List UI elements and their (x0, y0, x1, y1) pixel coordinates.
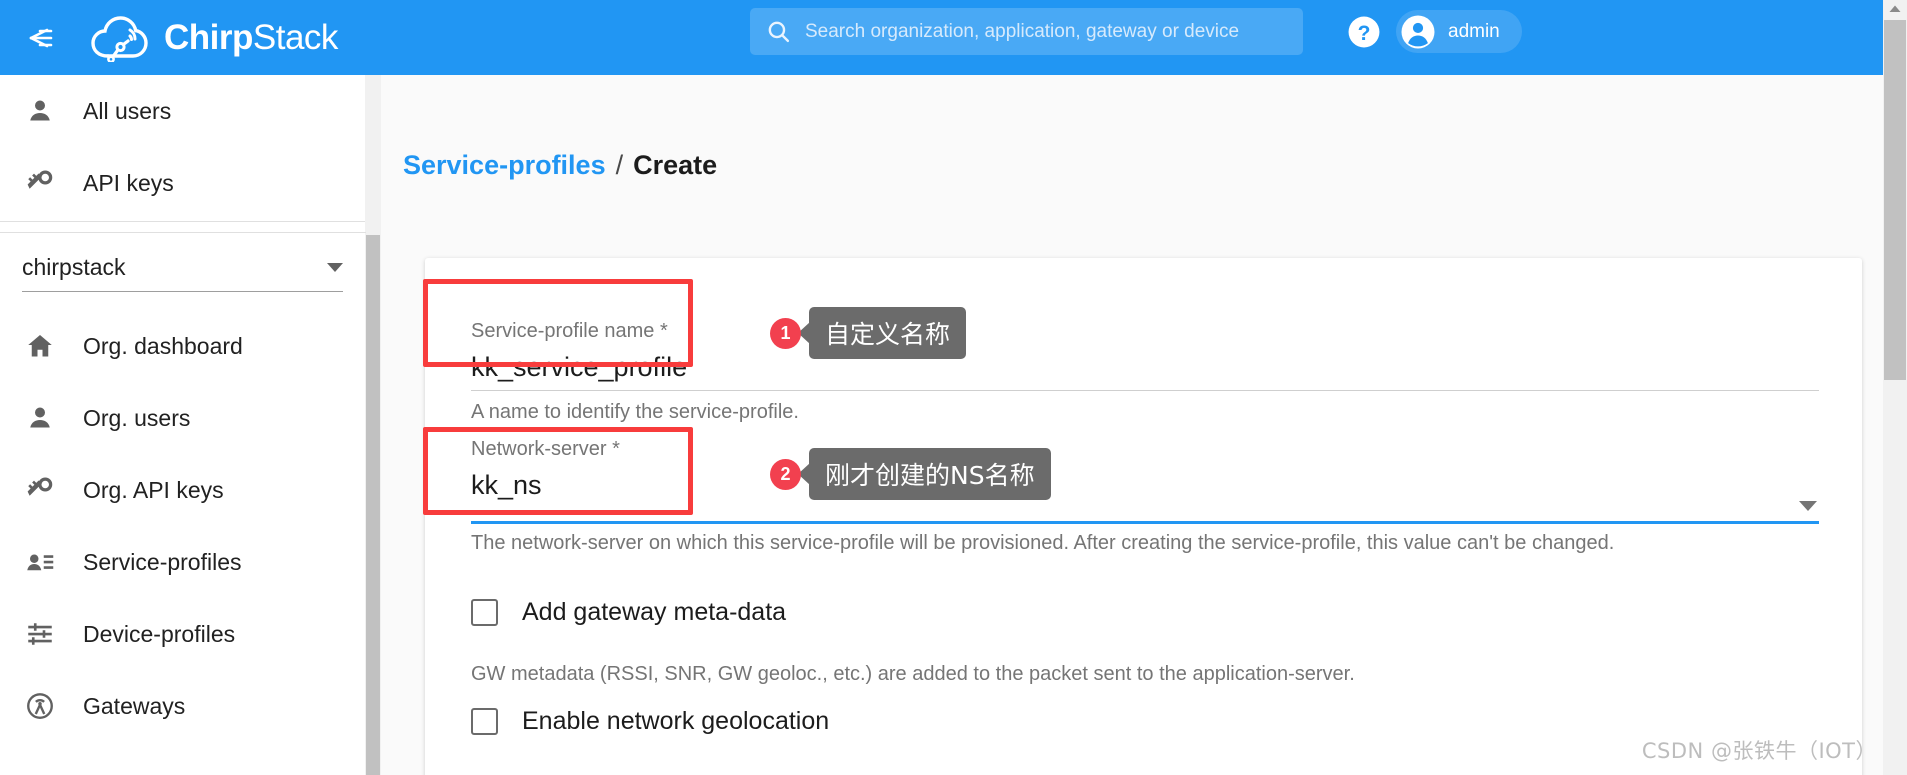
contact-list-icon (18, 547, 62, 577)
sidebar-item-org-users[interactable]: Org. users (0, 382, 365, 454)
sidebar-item-label: Org. API keys (83, 476, 224, 503)
user-menu-button[interactable]: admin (1396, 10, 1522, 53)
sidebar-divider (0, 221, 365, 222)
add-gateway-metadata-hint: GW metadata (RSSI, SNR, GW geoloc., etc.… (471, 663, 1355, 685)
sidebar-item-gateways[interactable]: Gateways (0, 670, 365, 742)
sidebar-scrollbar-thumb[interactable] (366, 235, 380, 775)
search-input[interactable] (805, 20, 1275, 43)
breadcrumb-separator: / (615, 150, 624, 180)
network-server-field[interactable]: Network-server * kk_ns (471, 438, 620, 501)
checkbox-unchecked-icon[interactable] (471, 599, 498, 626)
create-service-profile-card: Service-profile name * kk_service_profil… (425, 258, 1862, 775)
sidebar-section-divider (0, 232, 366, 233)
network-server-value[interactable]: kk_ns (471, 470, 620, 501)
sidebar-item-label: Gateways (83, 692, 186, 719)
sidebar-item-label: Org. dashboard (83, 332, 243, 359)
home-icon (18, 331, 62, 361)
organization-selector[interactable]: chirpstack (22, 244, 343, 292)
brand-title-bold: Chirp (164, 17, 253, 57)
help-circle-icon: ? (1348, 16, 1380, 48)
app-root: ChirpStack ? admin (0, 0, 1907, 775)
page-scrollbar-track[interactable] (1883, 0, 1907, 775)
annotation-number-badge: 2 (770, 458, 801, 490)
page-scrollbar-thumb[interactable] (1884, 20, 1906, 380)
annotation-bubble-text: 自定义名称 (809, 307, 967, 359)
breadcrumb: Service-profiles / Create (403, 150, 717, 181)
menu-toggle-button[interactable] (8, 0, 68, 75)
sidebar-item-service-profiles[interactable]: Service-profiles (0, 526, 365, 598)
annotation-callout-2: 2 刚才创建的NS名称 (770, 448, 1051, 500)
network-server-label: Network-server * (471, 438, 620, 460)
breadcrumb-link-service-profiles[interactable]: Service-profiles (403, 150, 606, 181)
annotation-callout-1: 1 自定义名称 (770, 307, 967, 359)
enable-network-geolocation-label: Enable network geolocation (522, 707, 830, 735)
service-profile-name-field[interactable]: Service-profile name * kk_service_profil… (471, 320, 687, 383)
sidebar-item-api-keys[interactable]: API keys (0, 147, 365, 219)
sidebar-item-all-users[interactable]: All users (0, 75, 365, 147)
add-gateway-metadata-checkbox-row[interactable]: Add gateway meta-data (471, 598, 786, 627)
left-sidebar: All users API keys chirpstack Org. dashb… (0, 75, 365, 775)
annotation-number-badge: 1 (770, 317, 801, 349)
add-gateway-metadata-label: Add gateway meta-data (522, 598, 787, 626)
sidebar-item-org-api-keys[interactable]: Org. API keys (0, 454, 365, 526)
main-content: Service-profiles / Create Service-profil… (381, 75, 1883, 775)
account-circle-icon (1401, 15, 1435, 48)
hamburger-collapse-icon (29, 28, 53, 47)
top-header: ChirpStack ? admin (0, 0, 1883, 75)
sidebar-item-label: Device-profiles (83, 620, 236, 647)
brand-logo-link[interactable]: ChirpStack (90, 14, 338, 62)
key-icon (18, 168, 62, 198)
antenna-icon (18, 691, 62, 721)
chirpstack-cloud-icon (91, 15, 148, 62)
sidebar-item-label: All users (83, 97, 172, 124)
sidebar-item-label: Service-profiles (83, 548, 242, 575)
tune-sliders-icon (18, 619, 62, 649)
person-icon (18, 403, 62, 433)
service-profile-name-underline (471, 390, 1819, 391)
watermark-text: CSDN @张铁牛（IOT） (1641, 739, 1877, 763)
checkbox-unchecked-icon[interactable] (471, 708, 498, 735)
chevron-down-icon (327, 263, 343, 272)
organization-selector-value: chirpstack (22, 254, 126, 280)
global-search-box[interactable] (750, 8, 1303, 55)
user-name-label: admin (1448, 20, 1500, 42)
service-profile-name-value[interactable]: kk_service_profile (471, 352, 687, 383)
scroll-up-arrow-icon[interactable] (1883, 0, 1907, 18)
person-icon (18, 96, 62, 126)
service-profile-name-label: Service-profile name * (471, 320, 668, 342)
network-server-hint: The network-server on which this service… (471, 532, 1615, 554)
sidebar-item-org-dashboard[interactable]: Org. dashboard (0, 310, 365, 382)
brand-title-light: Stack (252, 17, 339, 57)
network-server-underline (471, 521, 1819, 524)
sidebar-item-label: API keys (83, 169, 174, 196)
svg-text:?: ? (1358, 22, 1371, 45)
sidebar-item-label: Org. users (83, 404, 191, 431)
enable-network-geolocation-checkbox-row[interactable]: Enable network geolocation (471, 707, 829, 736)
help-button[interactable]: ? (1345, 13, 1383, 51)
breadcrumb-current-page: Create (633, 150, 718, 180)
dropdown-caret-icon[interactable] (1799, 501, 1817, 511)
annotation-bubble-text: 刚才创建的NS名称 (809, 448, 1051, 500)
key-icon (18, 475, 62, 505)
sidebar-item-device-profiles[interactable]: Device-profiles (0, 598, 365, 670)
search-icon (768, 21, 790, 43)
service-profile-name-hint: A name to identify the service-profile. (471, 401, 799, 423)
brand-title: ChirpStack (164, 18, 338, 58)
